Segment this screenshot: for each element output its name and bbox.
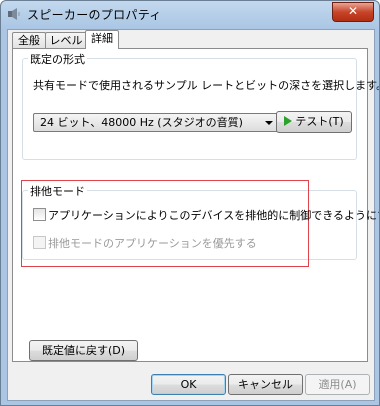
restore-defaults-button[interactable]: 既定値に戻す(D) [29, 340, 138, 361]
properties-window: スピーカーのプロパティ ✕ 全般 レベル 詳細 既定の形式 共有モードで使用され… [0, 0, 380, 406]
exclusive-priority-label: 排他モードのアプリケーションを優先する [48, 237, 257, 250]
tab-levels[interactable]: レベル [45, 32, 87, 48]
allow-exclusive-checkbox[interactable] [33, 208, 46, 221]
cancel-button[interactable]: キャンセル [228, 374, 303, 395]
close-button[interactable]: ✕ [332, 2, 374, 22]
play-icon [284, 116, 293, 126]
close-icon: ✕ [347, 4, 359, 18]
title-bar[interactable]: スピーカーのプロパティ ✕ [1, 1, 379, 29]
tab-advanced[interactable]: 詳細 [85, 30, 119, 49]
format-select[interactable]: 24 ビット、48000 Hz (スタジオの音質) [33, 113, 279, 132]
tab-general[interactable]: 全般 [12, 32, 46, 48]
exclusive-priority-checkbox[interactable] [33, 236, 46, 249]
format-select-value: 24 ビット、48000 Hz (スタジオの音質) [40, 116, 243, 129]
dialog-client-area: 全般 レベル 詳細 既定の形式 共有モードで使用されるサンプル レートとビットの… [7, 29, 379, 401]
default-format-group [22, 58, 357, 160]
allow-exclusive-label[interactable]: アプリケーションによりこのデバイスを排他的に制御できるようにする [48, 207, 379, 223]
highlight-box [21, 180, 309, 267]
test-button-label: テスト(T) [295, 115, 344, 128]
chevron-down-icon [265, 121, 273, 125]
test-button[interactable]: テスト(T) [276, 111, 352, 133]
default-format-description: 共有モードで使用されるサンプル レートとビットの深さを選択します。 [33, 79, 380, 92]
window-title: スピーカーのプロパティ [27, 8, 162, 22]
speaker-icon [8, 8, 20, 20]
tab-panel-advanced: 既定の形式 共有モードで使用されるサンプル レートとビットの深さを選択します。 … [12, 48, 379, 362]
apply-button[interactable]: 適用(A) [305, 374, 370, 395]
default-format-legend: 既定の形式 [28, 51, 87, 67]
ok-button[interactable]: OK [151, 374, 226, 395]
